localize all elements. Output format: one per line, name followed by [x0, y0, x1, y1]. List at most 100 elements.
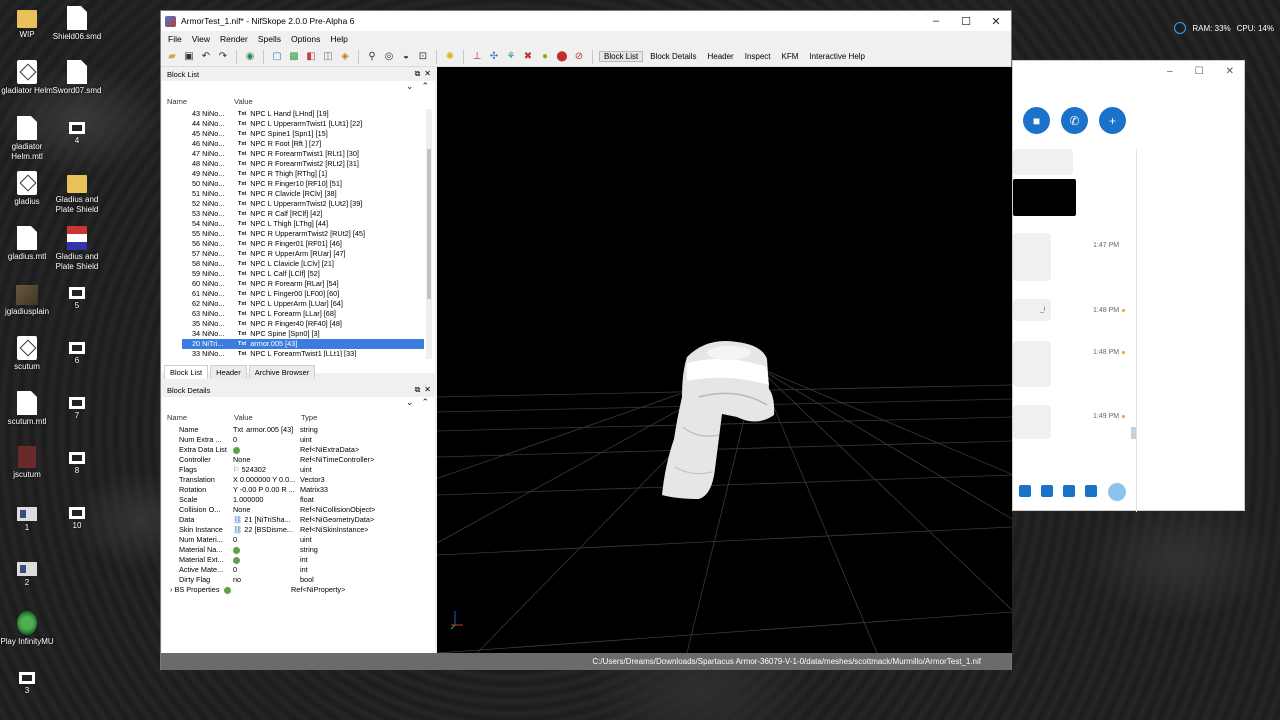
toolbar-tab-kfm[interactable]: KFM [778, 52, 803, 61]
armor-mesh[interactable] [662, 341, 775, 499]
video-call-button[interactable]: ■ [1023, 107, 1050, 134]
shared-image-thumbnail[interactable] [1013, 179, 1076, 216]
detail-value-cell[interactable] [233, 545, 300, 555]
close-button[interactable]: ✕ [981, 15, 1011, 28]
toolbar-tab-interactive-help[interactable]: Interactive Help [805, 52, 869, 61]
detail-row[interactable]: Controller None Ref<NiTimeController> [162, 455, 432, 465]
detail-value-cell[interactable] [233, 445, 300, 455]
column-value[interactable]: Value [234, 413, 301, 422]
desktop-icon[interactable]: 10 [50, 501, 104, 531]
menu-spells[interactable]: Spells [253, 34, 286, 44]
detail-value-cell[interactable]: Txt armor.005 [43] [233, 425, 300, 435]
block-row[interactable]: 62 NiNo... Txt NPC L UpperArm [LUar] [64] [162, 299, 424, 309]
hide-icon[interactable]: ⊘ [572, 50, 586, 64]
float-panel-icon[interactable]: ⧉ [415, 385, 421, 395]
add-people-button[interactable]: + [1099, 107, 1126, 134]
contact-card-icon[interactable] [1063, 485, 1075, 497]
detail-row[interactable]: › BS Properties Ref<NiProperty> [162, 585, 432, 595]
block-row[interactable]: 52 NiNo... Txt NPC L UpperarmTwist2 [LUt2]… [162, 199, 424, 209]
detail-row[interactable]: Flags ⚐ 524302 uint [162, 465, 432, 475]
eye-icon[interactable]: ◎ [382, 50, 396, 64]
block-row[interactable]: 58 NiNo... Txt NPC L Clavicle [LClv] [21] [162, 259, 424, 269]
desktop-icon[interactable]: 1 [0, 501, 54, 533]
detail-value-cell[interactable]: X 0.000000 Y 0.0... [233, 475, 300, 485]
view-side-icon[interactable]: ◧ [304, 50, 318, 64]
emoji-icon[interactable] [1085, 485, 1097, 497]
desktop-icon[interactable]: 3 [0, 666, 54, 696]
desktop-icon[interactable]: gladiator Helm.mtl [0, 116, 54, 162]
tab-header[interactable]: Header [210, 365, 247, 379]
block-row[interactable]: 43 NiNo... Txt NPC L Hand [LHnd] [19] [162, 109, 424, 119]
toolbar-tab-header[interactable]: Header [703, 52, 737, 61]
block-row[interactable]: 34 NiNo... Txt NPC Spine [Spn0] [3] [162, 329, 424, 339]
detail-row[interactable]: Num Extra ... 0 uint [162, 435, 432, 445]
column-type[interactable]: Type [301, 413, 317, 422]
redo-icon[interactable]: ↷ [216, 50, 230, 64]
block-row[interactable]: 47 NiNo... Txt NPC R ForearmTwist1 [RLt1] … [162, 149, 424, 159]
desktop-icon[interactable]: WIP [0, 6, 54, 40]
view-front-icon[interactable]: ▢ [270, 50, 284, 64]
block-row[interactable]: 20 NiTri... Txt armor.005 [43] [182, 339, 424, 349]
constraints-icon[interactable]: ✖ [521, 50, 535, 64]
desktop-icon[interactable]: jscutum [0, 446, 54, 480]
block-row[interactable]: 57 NiNo... Txt NPC R UpperArm [RUar] [47] [162, 249, 424, 259]
collapse-all-icon[interactable]: ⌃ [421, 397, 429, 408]
detail-value-cell[interactable] [224, 585, 291, 595]
detail-row[interactable]: Collision O... None Ref<NiCollisionObject> [162, 505, 432, 515]
block-row[interactable]: 61 NiNo... Txt NPC L Finger00 [LF00] [60] [162, 289, 424, 299]
marker-icon[interactable]: ⬤ [555, 50, 569, 64]
block-row[interactable]: 55 NiNo... Txt NPC R UpperarmTwist2 [RUt2]… [162, 229, 424, 239]
tab-archive-browser[interactable]: Archive Browser [248, 365, 316, 379]
toolbar-tab-block-list[interactable]: Block List [599, 51, 644, 62]
desktop-icon[interactable]: 5 [50, 281, 104, 311]
detail-value-cell[interactable]: 0 [233, 535, 300, 545]
desktop-icon[interactable]: scutum [0, 336, 54, 372]
block-row[interactable]: 33 NiNo... Txt NPC L ForearmTwist1 [LLt1] … [162, 349, 424, 357]
column-value[interactable]: Value [234, 97, 253, 106]
collision-icon[interactable]: ● [538, 50, 552, 64]
expand-all-icon[interactable]: ⌄ [406, 397, 414, 408]
block-row[interactable]: 54 NiNo... Txt NPC L Thigh [LThg] [44] [162, 219, 424, 229]
desktop-icon[interactable]: scutum.mtl [0, 391, 54, 427]
block-row[interactable]: 45 NiNo... Txt NPC Spine1 [Spn1] [15] [162, 129, 424, 139]
detail-value-cell[interactable]: Y -0.00 P 0.00 R ... [233, 485, 300, 495]
chat-close-button[interactable]: ✕ [1226, 66, 1234, 77]
maximize-button[interactable]: ☐ [951, 15, 981, 28]
axes-icon[interactable]: ⊥ [470, 50, 484, 64]
desktop-icon[interactable]: jgladiusplain [0, 281, 54, 317]
expand-all-icon[interactable]: ⌄ [406, 81, 414, 92]
float-panel-icon[interactable]: ⧉ [415, 69, 421, 79]
detail-row[interactable]: Active Mate... 0 int [162, 565, 432, 575]
scrollbar-thumb[interactable] [427, 149, 431, 299]
chat-maximize-button[interactable]: ☐ [1195, 66, 1204, 77]
block-row[interactable]: 35 NiNo... Txt NPC R Finger40 [RF40] [48] [162, 319, 424, 329]
render-viewport[interactable] [437, 67, 1012, 653]
textures-icon[interactable]: ◒ [399, 50, 413, 64]
desktop-icon[interactable]: Gladius and Plate Shield [50, 171, 104, 215]
desktop-icon[interactable]: Gladius and Plate Shield [50, 226, 104, 272]
desktop-icon[interactable]: gladiator Helm [0, 60, 54, 96]
detail-row[interactable]: Rotation Y -0.00 P 0.00 R ... Matrix33 [162, 485, 432, 495]
block-row[interactable]: 51 NiNo... Txt NPC R Clavicle [RClv] [38] [162, 189, 424, 199]
detail-value-cell[interactable]: ⚐ 524302 [233, 465, 300, 475]
block-row[interactable]: 59 NiNo... Txt NPC L Calf [LClf] [52] [162, 269, 424, 279]
screenshot-icon[interactable]: ⊡ [416, 50, 430, 64]
block-list-scrollbar[interactable] [426, 109, 432, 359]
detail-row[interactable]: Material Ext... int [162, 555, 432, 565]
block-row[interactable]: 48 NiNo... Txt NPC R ForearmTwist2 [RLt2] … [162, 159, 424, 169]
detail-value-cell[interactable]: ⛓ 22 [BSDisme... [233, 525, 300, 535]
menu-file[interactable]: File [163, 34, 187, 44]
column-name[interactable]: Name [167, 97, 234, 106]
chat-bubble-icon[interactable] [1041, 485, 1053, 497]
close-panel-icon[interactable]: ✕ [424, 69, 431, 79]
block-row[interactable]: 46 NiNo... Txt NPC R Foot [Rft ] [27] [162, 139, 424, 149]
globe-icon[interactable]: ◉ [243, 50, 257, 64]
file-icon[interactable] [1019, 485, 1031, 497]
column-name[interactable]: Name [167, 413, 234, 422]
skeleton-icon[interactable]: ⚘ [504, 50, 518, 64]
desktop-icon[interactable]: 2 [0, 556, 54, 588]
desktop-icon[interactable]: Shield06.smd [50, 6, 104, 42]
detail-value-cell[interactable] [233, 555, 300, 565]
detail-row[interactable]: Dirty Flag no bool [162, 575, 432, 585]
detail-row[interactable]: Skin Instance ⛓ 22 [BSDisme... Ref<NiSkinI… [162, 525, 432, 535]
